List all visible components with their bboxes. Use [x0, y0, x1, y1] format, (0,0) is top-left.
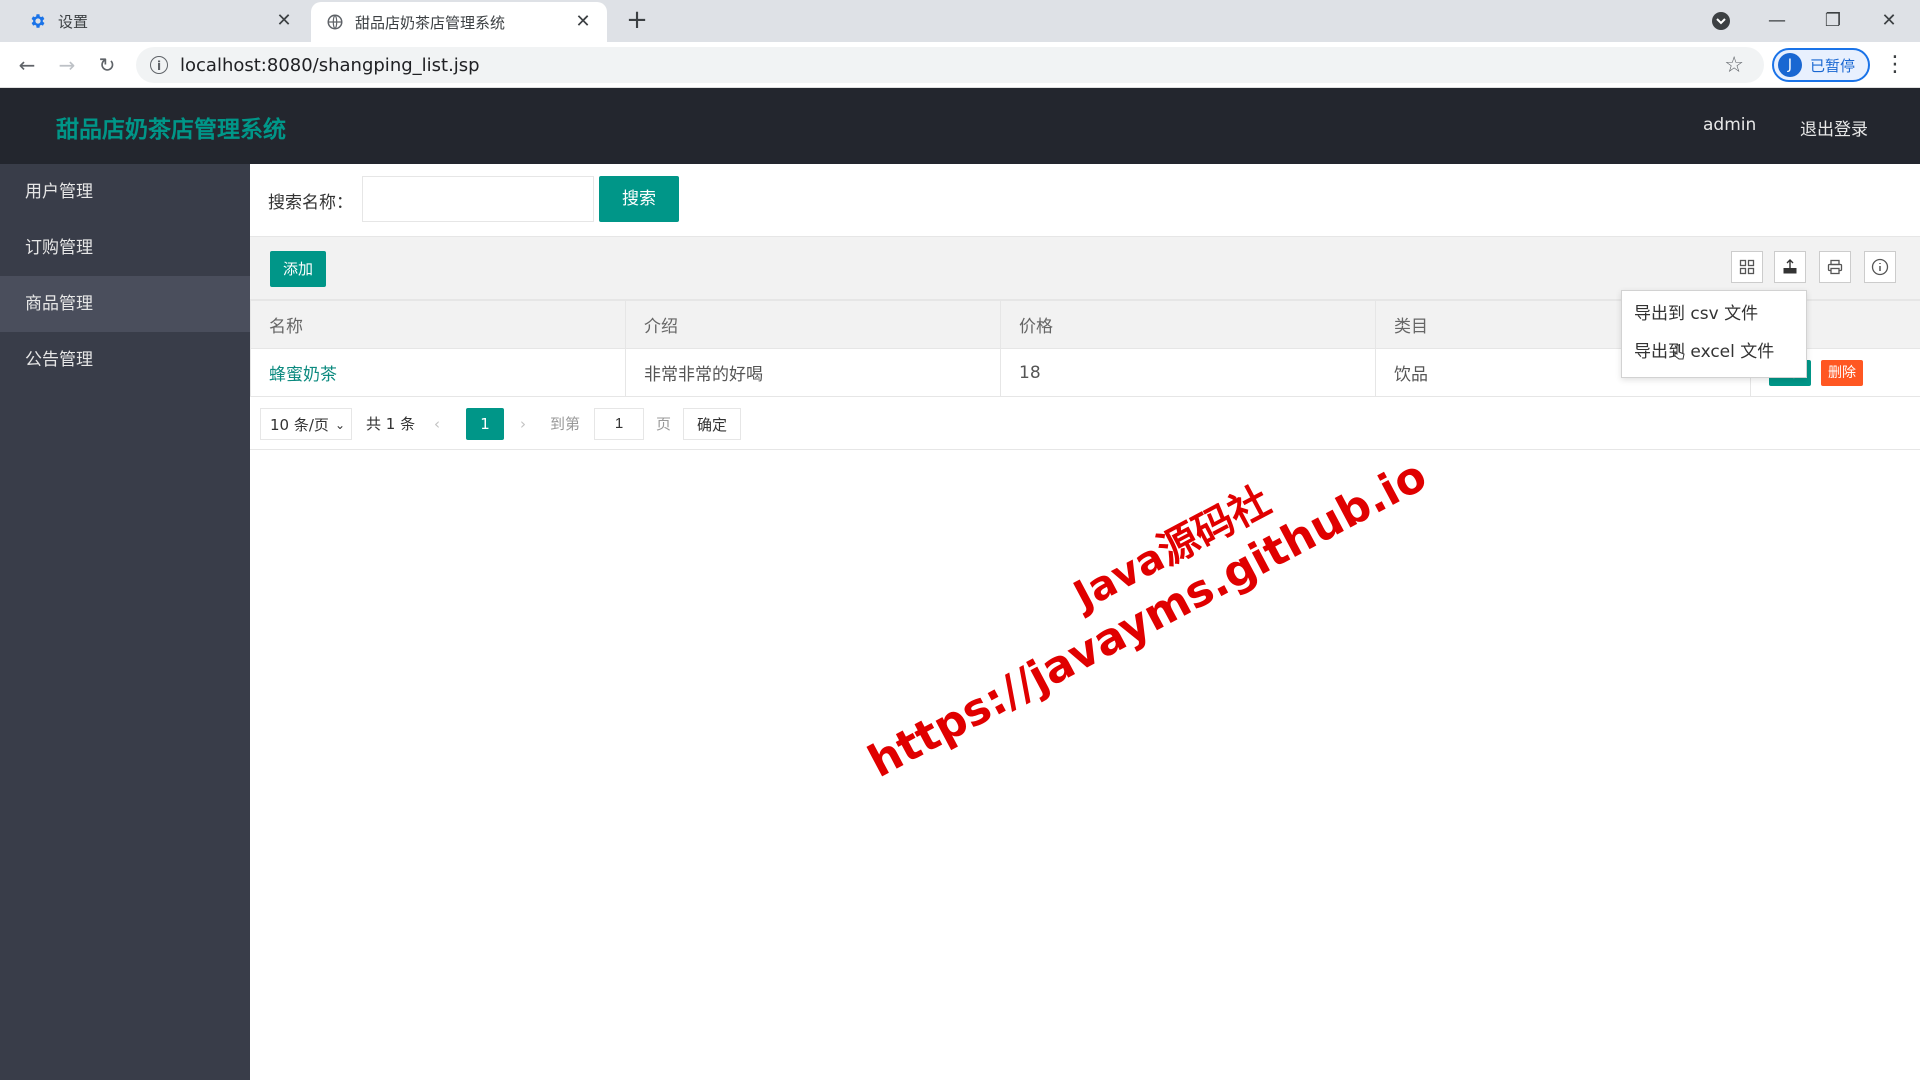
search-label: 搜索名称： [268, 193, 353, 213]
close-tab-icon[interactable]: ✕ [274, 11, 294, 31]
delete-button[interactable]: 删除 [1821, 359, 1863, 386]
column-header-name[interactable]: 名称 [250, 300, 626, 349]
user-name[interactable]: admin [1703, 115, 1756, 135]
mouse-cursor-icon [1674, 344, 1685, 360]
total-count: 共 1 条 [366, 415, 416, 433]
search-button[interactable]: 搜索 [599, 176, 679, 222]
page-number-current[interactable]: 1 [466, 408, 504, 440]
sidebar-item-orders[interactable]: 订购管理 [0, 220, 250, 276]
columns-icon[interactable] [1731, 251, 1763, 283]
prev-page-icon[interactable]: ‹ [434, 408, 440, 440]
profile-button[interactable]: J 已暂停 [1772, 48, 1870, 82]
goto-confirm-button[interactable]: 确定 [683, 408, 741, 440]
logout-link[interactable]: 退出登录 [1800, 115, 1868, 140]
sidebar-item-products[interactable]: 商品管理 [0, 276, 250, 332]
search-input[interactable] [362, 176, 594, 222]
browser-toolbar: ← → ↻ i localhost:8080/shangping_list.js… [0, 42, 1920, 88]
address-bar[interactable]: i localhost:8080/shangping_list.jsp ☆ [136, 47, 1764, 83]
export-dropdown: 导出到 csv 文件 导出到 excel 文件 [1621, 290, 1807, 378]
tab-active[interactable]: 甜品店奶茶店管理系统 ✕ [311, 2, 607, 42]
globe-icon [325, 12, 345, 32]
next-page-icon[interactable]: › [520, 408, 526, 440]
tab-active-title: 甜品店奶茶店管理系统 [355, 13, 506, 32]
export-icon[interactable] [1774, 251, 1806, 283]
product-name-link[interactable]: 蜂蜜奶茶 [269, 365, 337, 385]
close-window-icon[interactable]: ✕ [1874, 6, 1904, 36]
app-title: 甜品店奶茶店管理系统 [56, 117, 286, 143]
page-unit-label: 页 [656, 415, 672, 433]
gear-icon [28, 11, 48, 31]
column-header-price[interactable]: 价格 [1000, 300, 1376, 349]
profile-status: 已暂停 [1810, 56, 1856, 75]
export-csv-item[interactable]: 导出到 csv 文件 [1622, 295, 1806, 333]
cell-desc: 非常非常的好喝 [625, 348, 1001, 397]
back-icon[interactable]: ← [12, 50, 42, 80]
restore-icon[interactable]: ❐ [1818, 6, 1848, 36]
export-excel-item[interactable]: 导出到 excel 文件 [1622, 333, 1806, 371]
page-size-value: 10 条/页 [270, 416, 329, 434]
browser-tabbar: 设置 ✕ 甜品店奶茶店管理系统 ✕ + — ❐ ✕ [0, 0, 1920, 42]
print-icon[interactable] [1819, 251, 1851, 283]
tab-search-icon[interactable] [1706, 6, 1736, 36]
avatar: J [1778, 53, 1802, 77]
cell-name: 蜂蜜奶茶 [250, 348, 626, 397]
url-text: localhost:8080/shangping_list.jsp [180, 54, 480, 76]
close-tab-icon[interactable]: ✕ [573, 12, 593, 32]
chevron-down-icon: ⌄ [334, 418, 345, 432]
search-bar: 搜索名称： 搜索 [250, 164, 1920, 236]
new-tab-icon[interactable]: + [624, 7, 650, 34]
add-button[interactable]: 添加 [270, 251, 326, 287]
goto-page-input[interactable] [594, 408, 644, 440]
page-size-select[interactable]: 10 条/页 ⌄ [260, 408, 352, 440]
sidebar: 用户管理 订购管理 商品管理 公告管理 [0, 164, 250, 1080]
sidebar-item-users[interactable]: 用户管理 [0, 164, 250, 220]
site-info-icon[interactable]: i [150, 56, 168, 74]
browser-menu-icon[interactable]: ⋮ [1880, 50, 1910, 80]
app-header: 甜品店奶茶店管理系统 admin 退出登录 [0, 88, 1920, 164]
column-header-desc[interactable]: 介绍 [625, 300, 1001, 349]
tab-settings-title: 设置 [58, 12, 89, 31]
reload-icon[interactable]: ↻ [92, 50, 122, 80]
goto-label: 到第 [550, 415, 581, 433]
minimize-icon[interactable]: — [1762, 6, 1792, 36]
cell-price: 18 [1000, 348, 1376, 397]
pagination: 10 条/页 ⌄ 共 1 条 ‹ 1 › 到第 页 确定 [250, 396, 1920, 450]
tab-settings[interactable]: 设置 ✕ [0, 0, 308, 42]
info-icon[interactable] [1864, 251, 1896, 283]
sidebar-item-notices[interactable]: 公告管理 [0, 332, 250, 388]
bookmark-star-icon[interactable]: ☆ [1724, 53, 1744, 78]
forward-icon[interactable]: → [52, 50, 82, 80]
